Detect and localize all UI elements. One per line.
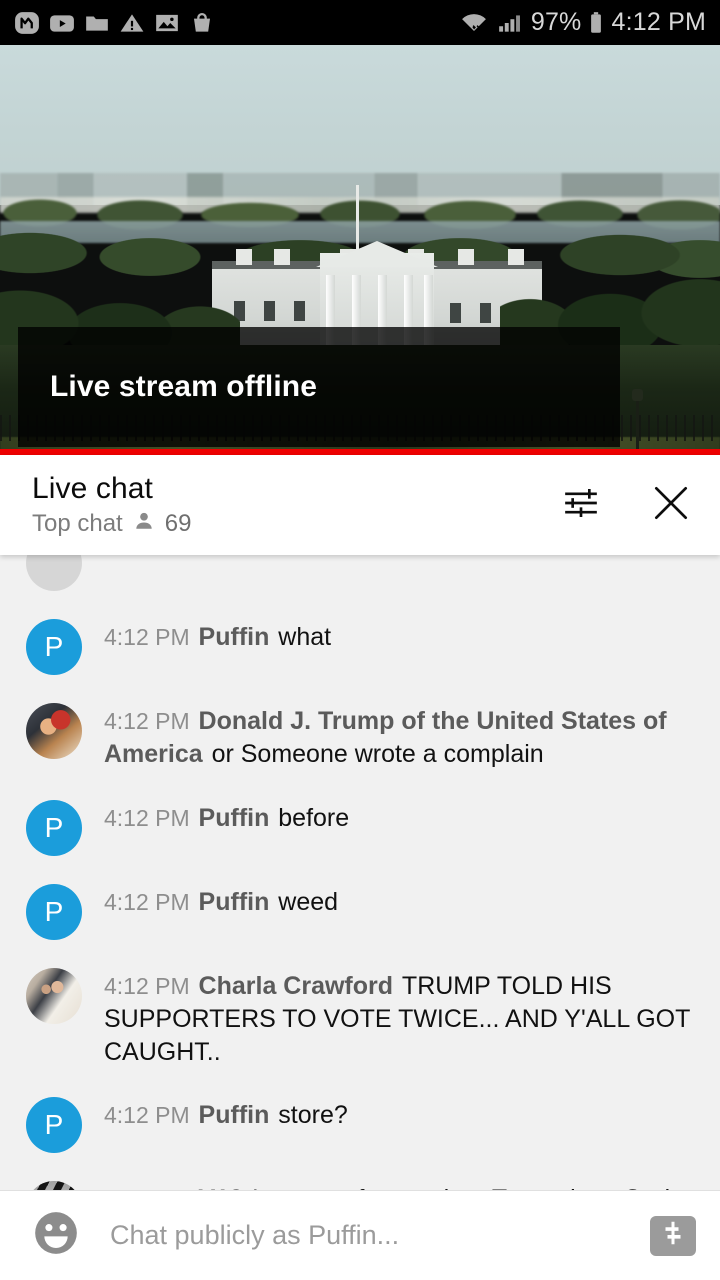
video-player[interactable]: Live stream offline: [0, 45, 720, 455]
folder-icon: [84, 10, 110, 36]
emoji-button[interactable]: [28, 1208, 84, 1264]
youtube-live-chat-screen: 97% 4:12 PM Live stream offline Live cha…: [0, 0, 720, 1280]
emoji-face-icon: [31, 1208, 81, 1263]
message-text: weed: [278, 887, 339, 916]
message-body: 4:12 PM Puffin weed: [104, 884, 698, 919]
avatar-letter: P: [44, 631, 64, 662]
message-text: store?: [278, 1101, 348, 1130]
superchat-button[interactable]: [650, 1215, 696, 1256]
message-body: 4:12 PM Puffin what: [104, 619, 698, 654]
message-timestamp: 4:12 PM: [104, 804, 190, 831]
chat-title-group: Live chat Top chat 69: [32, 472, 191, 538]
message-timestamp: 4:12 PM: [104, 972, 190, 999]
chat-header-actions: [558, 482, 694, 528]
battery-percent-label: 97%: [530, 8, 582, 36]
message-author[interactable]: Charla Crawford: [199, 972, 393, 1000]
avatar-letter: P: [44, 1109, 64, 1141]
avatar-letter: P: [44, 895, 64, 927]
clock-label: 4:12 PM: [611, 8, 706, 36]
avatar[interactable]: P: [26, 883, 82, 940]
table-row[interactable]: [0, 555, 720, 605]
image-icon: [154, 10, 180, 36]
battery-icon: [588, 10, 604, 36]
status-bar-notification-icons: [14, 10, 215, 36]
message-author[interactable]: Puffin: [199, 1101, 270, 1129]
viewer-count: 69: [164, 509, 192, 537]
messenger-icon: [14, 10, 40, 36]
search-input[interactable]: [110, 1220, 650, 1251]
warning-triangle-icon: [119, 10, 145, 36]
person-icon: [133, 509, 155, 538]
message-author[interactable]: Puffin: [199, 623, 270, 651]
table-row[interactable]: P 4:12 PM Puffin before: [0, 786, 720, 870]
wifi-icon: [459, 10, 489, 36]
chat-message-list[interactable]: P 4:12 PM Puffin what 4:12 PM Donald J. …: [0, 555, 720, 1190]
chat-input-bar: [0, 1190, 720, 1280]
message-body: [104, 555, 698, 570]
message-timestamp: 4:12 PM: [104, 888, 190, 915]
live-chat-header: Live chat Top chat 69: [0, 455, 720, 555]
message-body: 4:12 PM Puffin store?: [104, 1097, 698, 1132]
chat-settings-button[interactable]: [558, 482, 604, 528]
message-timestamp: 4:12 PM: [104, 624, 190, 650]
avatar[interactable]: [26, 967, 82, 1024]
dollar-icon: [658, 1218, 688, 1253]
message-text: before: [278, 803, 350, 832]
avatar[interactable]: [26, 555, 82, 591]
page-title: Live chat: [32, 472, 153, 505]
table-row[interactable]: P 4:12 PM Puffin store?: [0, 1083, 720, 1167]
sliders-icon: [561, 483, 601, 528]
table-row[interactable]: 4:12 PM V10 It was so funny when Trump l…: [0, 1167, 720, 1190]
avatar-letter: P: [44, 811, 64, 843]
message-body: 4:12 PM Puffin before: [104, 800, 698, 835]
message-timestamp: 4:12 PM: [104, 708, 190, 734]
chat-subtitle[interactable]: Top chat 69: [32, 509, 191, 538]
message-text: or Someone wrote a complain: [211, 740, 544, 769]
message-timestamp: 4:12 PM: [104, 1102, 190, 1129]
status-bar: 97% 4:12 PM: [0, 0, 720, 45]
close-icon: [649, 481, 693, 530]
status-bar-system-icons: 97% 4:12 PM: [459, 8, 706, 37]
table-row[interactable]: P 4:12 PM Puffin what: [0, 605, 720, 689]
message-text: what: [278, 623, 332, 651]
table-row[interactable]: 4:12 PM Donald J. Trump of the United St…: [0, 689, 720, 786]
avatar[interactable]: P: [26, 799, 82, 856]
message-text: [104, 555, 111, 567]
message-author[interactable]: Puffin: [199, 804, 270, 832]
cellular-signal-icon: [496, 10, 524, 36]
avatar[interactable]: [26, 1181, 82, 1190]
table-row[interactable]: 4:12 PM Charla Crawford TRUMP TOLD HIS S…: [0, 954, 720, 1084]
shopping-bag-icon: [189, 10, 215, 36]
message-body: 4:12 PM Charla Crawford TRUMP TOLD HIS S…: [104, 968, 698, 1070]
message-body: 4:12 PM V10 It was so funny when Trump l…: [104, 1181, 698, 1190]
avatar[interactable]: P: [26, 1097, 82, 1154]
avatar[interactable]: P: [26, 619, 82, 675]
message-body: 4:12 PM Donald J. Trump of the United St…: [104, 703, 698, 772]
live-stream-offline-banner: Live stream offline: [18, 327, 620, 447]
table-row[interactable]: P 4:12 PM Puffin weed: [0, 870, 720, 954]
avatar[interactable]: [26, 703, 82, 759]
offline-label: Live stream offline: [50, 370, 317, 403]
youtube-icon: [49, 10, 75, 36]
message-author[interactable]: Puffin: [199, 888, 270, 916]
chat-mode-label[interactable]: Top chat: [32, 510, 123, 538]
close-chat-button[interactable]: [648, 482, 694, 528]
